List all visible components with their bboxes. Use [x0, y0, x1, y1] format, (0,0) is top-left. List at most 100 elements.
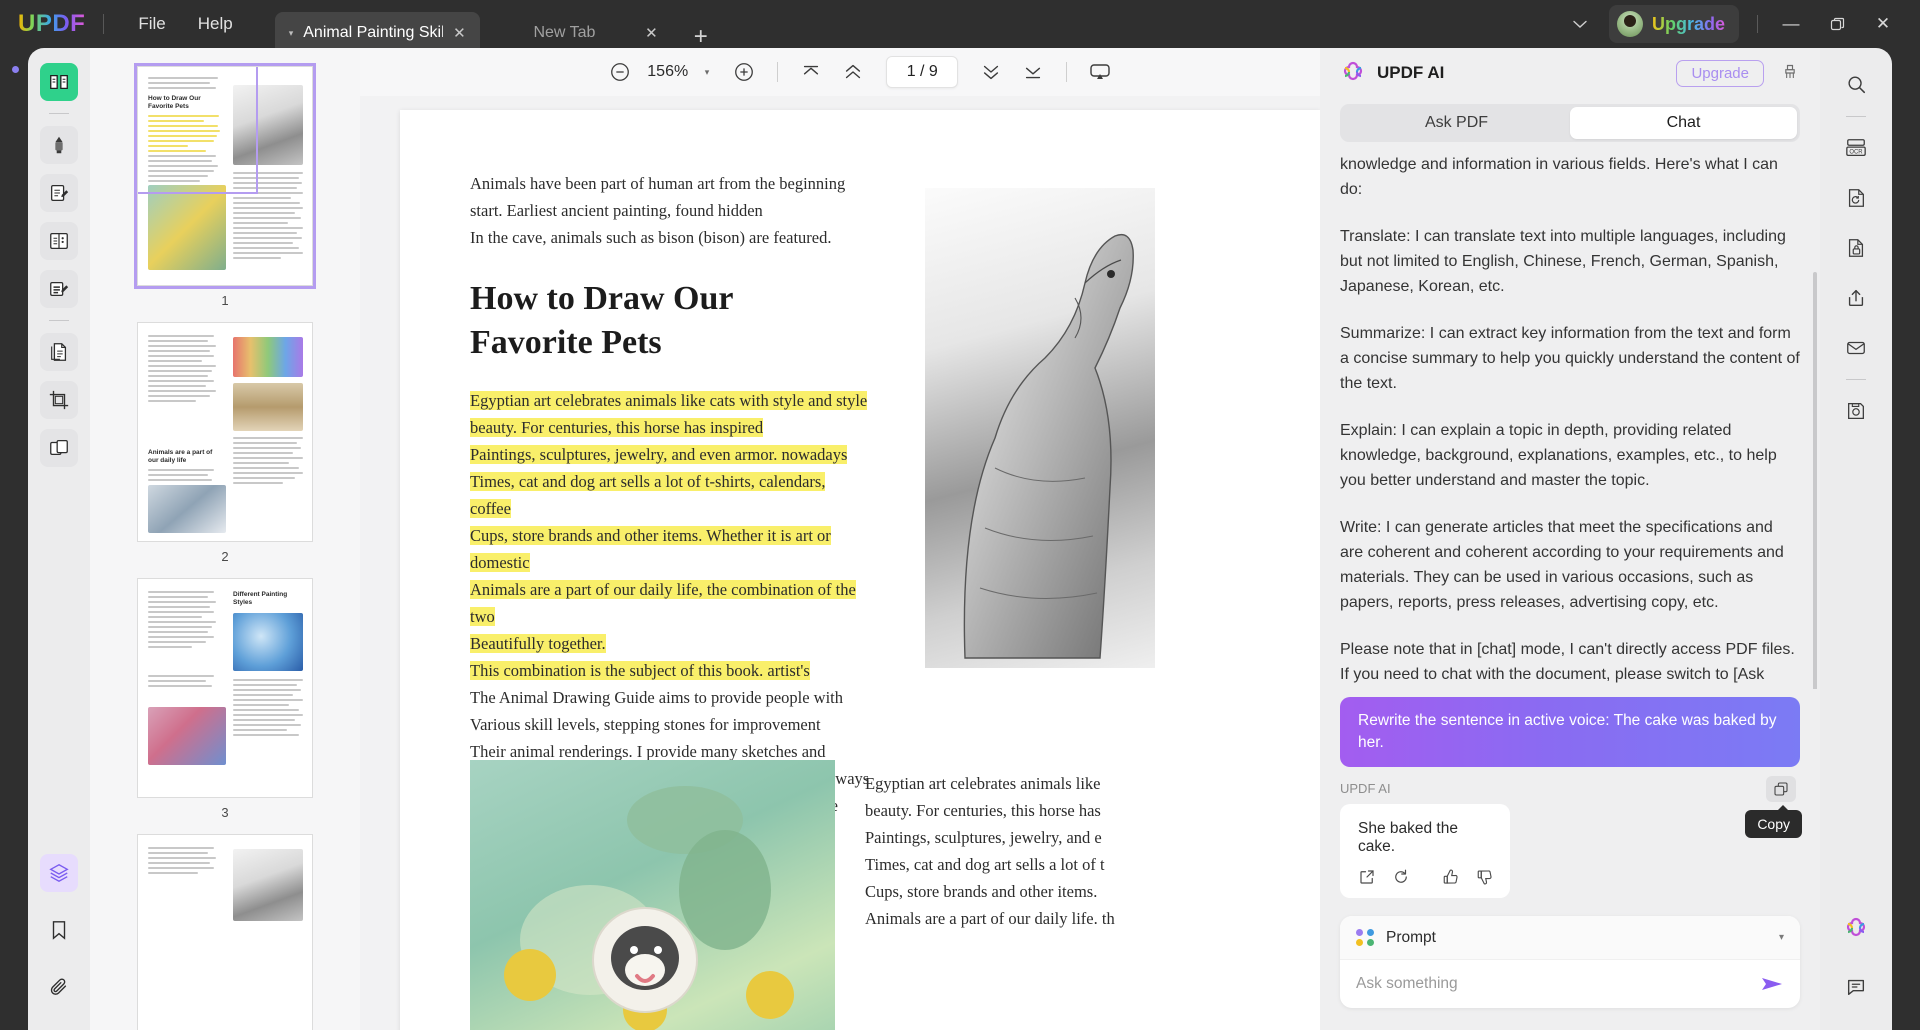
document-toolbar: 156% ▾ 1 / 9: [360, 48, 1360, 96]
layers-icon[interactable]: [40, 854, 78, 892]
tab-close-icon[interactable]: ✕: [453, 24, 466, 42]
toolbar-divider: [777, 62, 778, 82]
tab-close-icon[interactable]: ✕: [645, 24, 658, 42]
zoom-level-value[interactable]: 156%: [641, 63, 695, 81]
toolbar-divider: [1066, 62, 1067, 82]
highlight-span: This combination is the subject of this …: [470, 661, 810, 680]
organize-pages-icon[interactable]: [40, 333, 78, 371]
email-icon[interactable]: [1837, 329, 1875, 367]
first-page-button[interactable]: [790, 53, 832, 91]
ocr-icon[interactable]: OCR: [1837, 129, 1875, 167]
doc-right-line: Times, cat and dog art sells a lot of t: [865, 851, 1265, 878]
presentation-mode-button[interactable]: [1079, 53, 1121, 91]
tab-dropdown-caret-icon[interactable]: ▾: [289, 28, 294, 39]
protect-pdf-icon[interactable]: [1837, 229, 1875, 267]
form-fields-icon[interactable]: [40, 222, 78, 260]
regenerate-icon[interactable]: [1392, 868, 1410, 886]
zoom-dropdown-caret-icon[interactable]: ▾: [695, 67, 724, 78]
send-icon[interactable]: [1760, 974, 1784, 994]
feedback-icon[interactable]: [1837, 968, 1875, 1006]
prompt-selector[interactable]: Prompt ▾: [1340, 916, 1800, 960]
thumbnail-preview: Different PaintingStyles: [137, 578, 313, 798]
highlight-span: Times, cat and dog art sells a lot of t-…: [470, 472, 825, 518]
thumbnail-preview: [137, 834, 313, 1030]
doc-highlight-line: This combination is the subject of this …: [470, 657, 870, 684]
updf-ai-icon[interactable]: [1837, 910, 1875, 948]
tab-chat[interactable]: Chat: [1570, 107, 1797, 139]
search-icon[interactable]: [1837, 66, 1875, 104]
avatar[interactable]: [1617, 11, 1643, 37]
doc-highlight-line: Cups, store brands and other items. Whet…: [470, 522, 870, 576]
reader-mode-icon[interactable]: [40, 63, 78, 101]
ai-message: knowledge and information in various fie…: [1340, 152, 1800, 202]
ai-message: Please note that in [chat] mode, I can't…: [1340, 637, 1800, 689]
doc-highlight-line: beauty. For centuries, this horse has in…: [470, 414, 870, 441]
menu-file[interactable]: File: [122, 8, 181, 40]
prompt-dots-icon: [1356, 929, 1374, 947]
last-page-button[interactable]: [1012, 53, 1054, 91]
open-in-icon[interactable]: [1358, 868, 1376, 886]
ai-upgrade-button[interactable]: Upgrade: [1676, 60, 1764, 87]
convert-pdf-icon[interactable]: [1837, 179, 1875, 217]
ai-mode-tabs: Ask PDF Chat: [1340, 104, 1800, 142]
save-icon[interactable]: [1837, 392, 1875, 430]
ask-row: [1340, 960, 1800, 1008]
share-icon[interactable]: [1837, 279, 1875, 317]
page-thumbnail-panel[interactable]: How to Draw OurFavorite Pets: [90, 48, 360, 1030]
thumbnail-page-1[interactable]: How to Draw OurFavorite Pets: [137, 66, 313, 308]
doc-highlight-line: Beautifully together.: [470, 630, 870, 657]
crop-page-icon[interactable]: [40, 381, 78, 419]
chevron-down-icon[interactable]: [1559, 12, 1601, 37]
assistant-reply-text: She baked the cake.: [1358, 820, 1492, 856]
dog-sketch-image: [925, 188, 1155, 668]
page-number-input[interactable]: 1 / 9: [886, 56, 958, 88]
ai-scrollbar[interactable]: [1813, 272, 1817, 689]
thumbs-down-icon[interactable]: [1476, 868, 1494, 886]
doc-body-line: Various skill levels, stepping stones fo…: [470, 711, 870, 738]
menu-help[interactable]: Help: [182, 8, 249, 40]
highlighter-icon[interactable]: [40, 126, 78, 164]
flower-plate-image: [470, 760, 835, 1030]
edit-pdf-icon[interactable]: [40, 270, 78, 308]
ask-something-input[interactable]: [1356, 975, 1760, 993]
window-minimize-button[interactable]: —: [1768, 4, 1814, 44]
new-tab-button[interactable]: +: [694, 23, 708, 51]
document-heading-line-1: How to Draw Our: [470, 277, 870, 321]
zoom-out-button[interactable]: [599, 53, 641, 91]
thumbnail-page-number: 3: [137, 805, 313, 820]
thumbs-up-icon[interactable]: [1442, 868, 1460, 886]
zoom-in-button[interactable]: [723, 53, 765, 91]
doc-right-line: beauty. For centuries, this horse has: [865, 797, 1265, 824]
chevron-down-icon[interactable]: ▾: [1779, 932, 1784, 943]
window-close-button[interactable]: ✕: [1860, 4, 1906, 44]
reply-action-bar: [1358, 868, 1492, 886]
document-viewport[interactable]: Animals have been part of human art from…: [360, 96, 1360, 1030]
doc-highlight-line: Egyptian art celebrates animals like cat…: [470, 387, 870, 414]
clean-icon[interactable]: [1780, 63, 1800, 83]
tab-ask-pdf[interactable]: Ask PDF: [1343, 107, 1570, 139]
window-maximize-button[interactable]: [1814, 4, 1860, 44]
tab-label: Animal Painting Skills: [303, 24, 443, 42]
previous-page-button[interactable]: [832, 53, 874, 91]
ai-message: Summarize: I can extract key information…: [1340, 321, 1800, 396]
doc-highlight-line: Animals are a part of our daily life, th…: [470, 576, 870, 630]
highlight-span: Animals are a part of our daily life, th…: [470, 580, 856, 626]
thumbnail-page-number: 2: [137, 549, 313, 564]
ai-panel-title: UPDF AI: [1377, 63, 1444, 83]
bookmark-icon[interactable]: [40, 911, 78, 949]
ai-conversation-scroll[interactable]: knowledge and information in various fie…: [1320, 152, 1820, 689]
ai-message: Explain: I can explain a topic in depth,…: [1340, 418, 1800, 493]
thumbnail-preview: How to Draw OurFavorite Pets: [137, 66, 313, 286]
pdf-page-1: Animals have been part of human art from…: [400, 110, 1320, 1030]
next-page-button[interactable]: [970, 53, 1012, 91]
status-dot: [12, 66, 19, 73]
compare-files-icon[interactable]: [40, 429, 78, 467]
thumbnail-page-4[interactable]: 4: [137, 834, 313, 1030]
upgrade-button[interactable]: Upgrade: [1609, 5, 1739, 43]
copy-icon[interactable]: [1766, 776, 1796, 802]
attachment-icon[interactable]: [40, 968, 78, 1006]
annotate-icon[interactable]: [40, 174, 78, 212]
thumbnail-page-2[interactable]: Animals are a part ofour daily life 2: [137, 322, 313, 564]
thumbnail-page-3[interactable]: Different PaintingStyles 3: [137, 578, 313, 820]
doc-right-line: Animals are a part of our daily life. th: [865, 905, 1265, 932]
